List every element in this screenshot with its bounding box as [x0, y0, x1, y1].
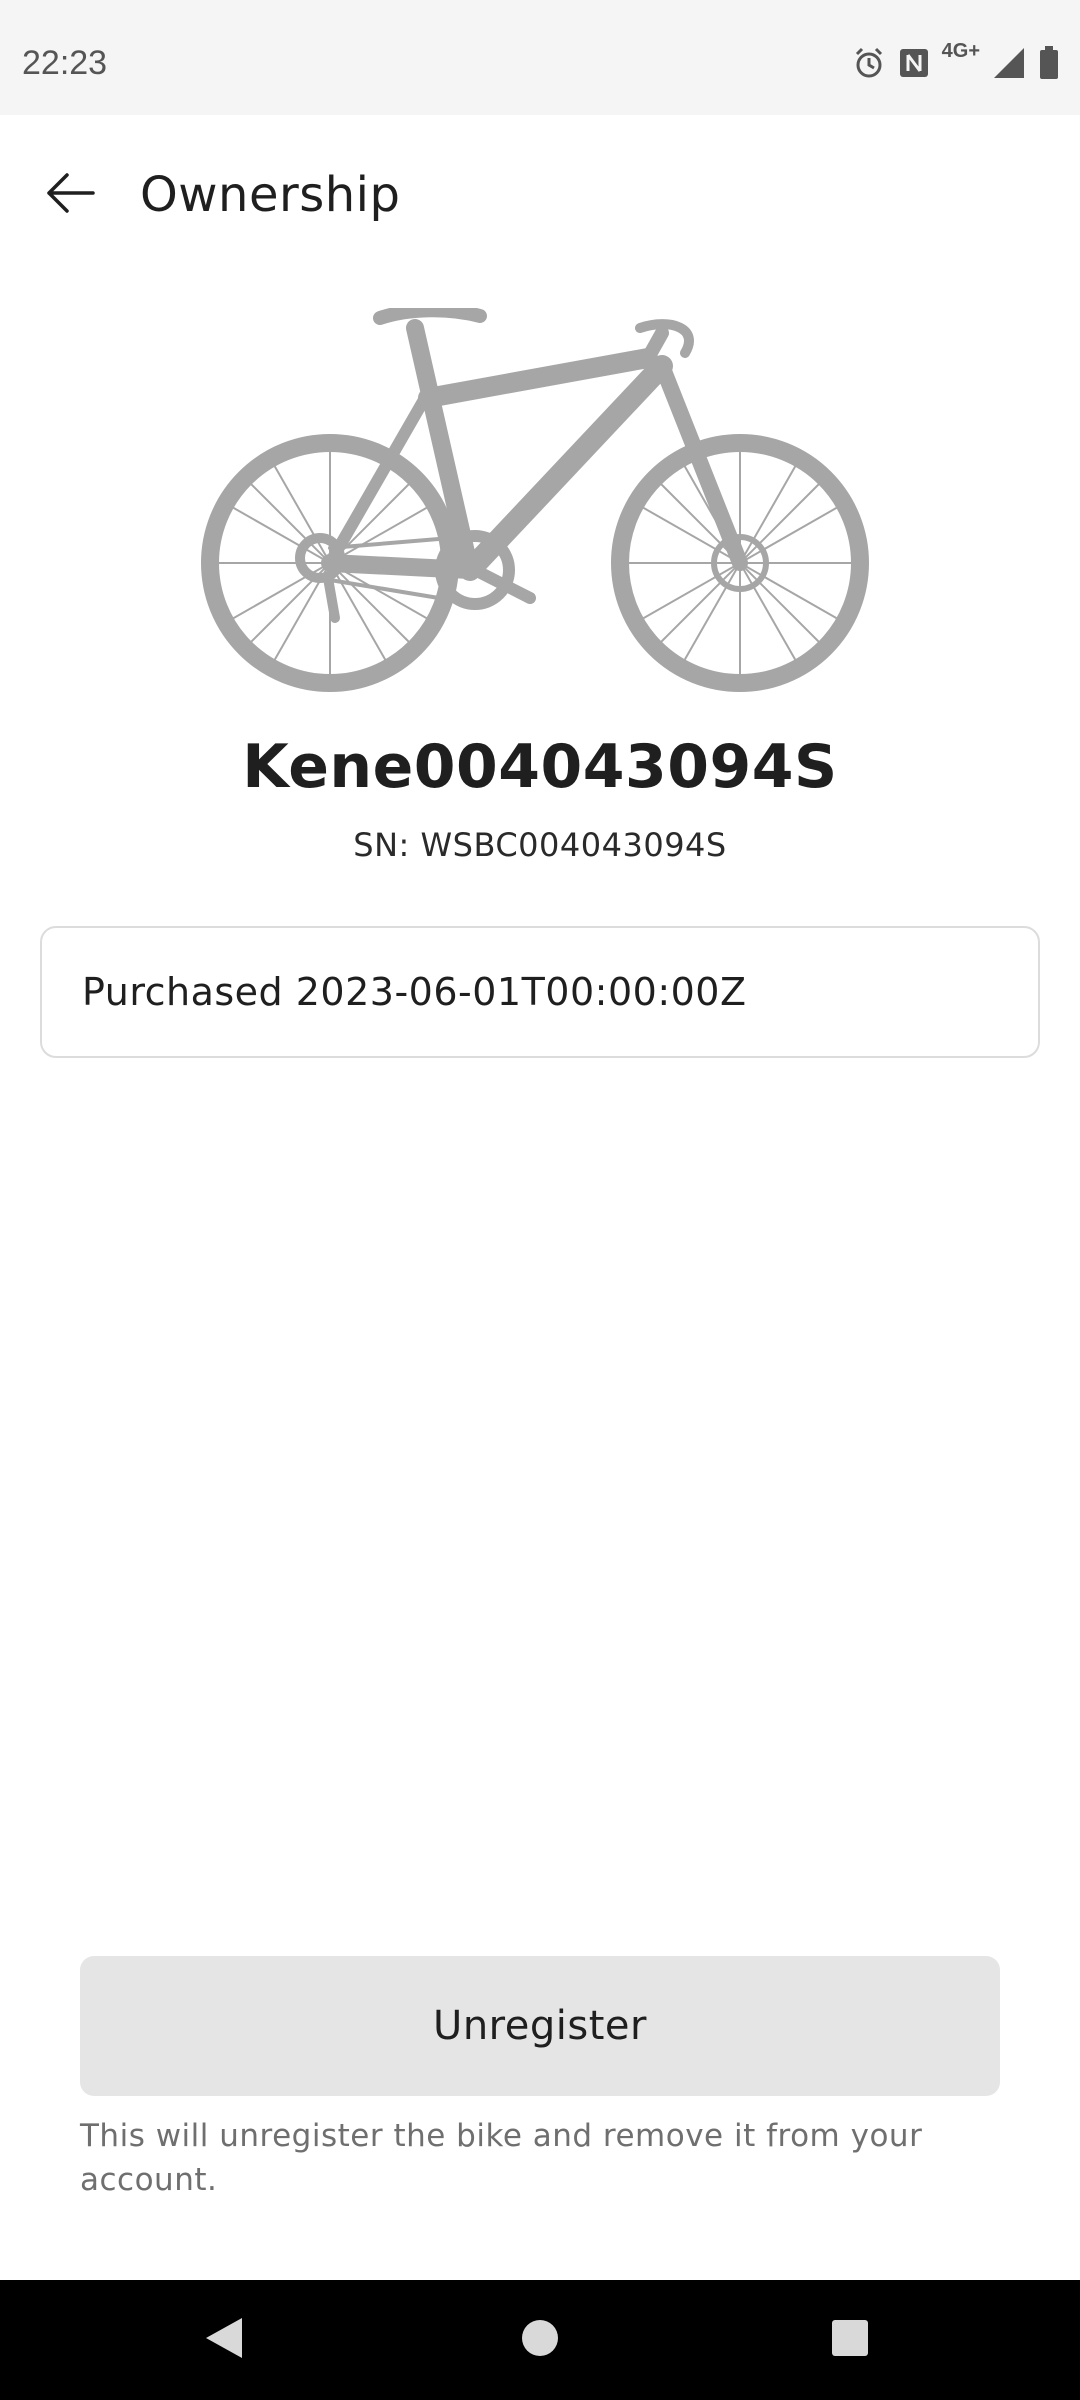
- purchase-date-card: Purchased 2023-06-01T00:00:00Z: [40, 926, 1040, 1058]
- battery-icon: [1038, 46, 1060, 80]
- unregister-button[interactable]: Unregister: [80, 1956, 1000, 2096]
- nav-back-button[interactable]: [192, 2308, 256, 2372]
- app-bar: Ownership: [0, 115, 1080, 275]
- status-icons: 4G+: [852, 40, 1060, 80]
- bike-image: [200, 303, 880, 698]
- nav-recents-button[interactable]: [818, 2308, 882, 2372]
- status-bar: 22:23 4G+: [0, 0, 1080, 115]
- bike-name: Kene004043094S: [242, 732, 838, 802]
- recents-square-icon: [830, 2318, 870, 2362]
- unregister-note: This will unregister the bike and remove…: [80, 2118, 923, 2198]
- bike-serial-number: SN: WSBC004043094S: [353, 826, 727, 864]
- back-triangle-icon: [204, 2316, 244, 2364]
- nfc-icon: [898, 47, 930, 79]
- bicycle-silhouette-icon: [201, 303, 869, 692]
- back-button[interactable]: [30, 163, 110, 227]
- network-type-label: 4G+: [941, 39, 980, 62]
- signal-icon: [992, 46, 1026, 80]
- nav-home-button[interactable]: [508, 2308, 572, 2372]
- system-navigation-bar: [0, 2280, 1080, 2400]
- home-circle-icon: [520, 2318, 560, 2362]
- status-time: 22:23: [22, 44, 108, 82]
- purchase-date-text: Purchased 2023-06-01T00:00:00Z: [82, 970, 747, 1014]
- alarm-icon: [852, 46, 886, 80]
- page-title: Ownership: [140, 167, 401, 223]
- arrow-left-icon: [45, 171, 95, 219]
